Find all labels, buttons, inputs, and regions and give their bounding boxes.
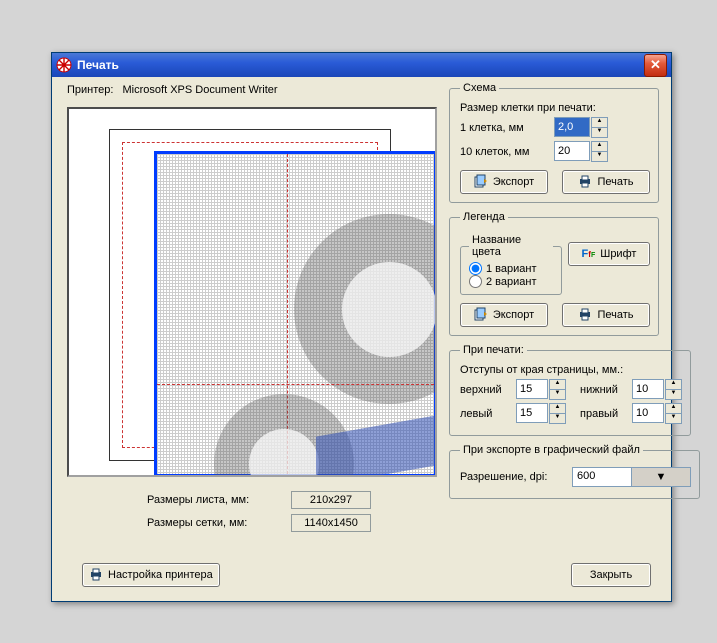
sheet-size-value: 210x297 bbox=[291, 491, 371, 509]
printer-icon bbox=[89, 567, 103, 584]
margins-label: Отступы от края страницы, мм.: bbox=[460, 364, 682, 376]
print-preview bbox=[67, 107, 437, 477]
spin-up-icon[interactable]: ▲ bbox=[591, 141, 608, 152]
printer-label: Принтер: bbox=[67, 84, 113, 96]
margin-right-spinner[interactable]: ▲▼ bbox=[632, 403, 682, 424]
window-title: Печать bbox=[77, 58, 644, 72]
printer-name: Microsoft XPS Document Writer bbox=[123, 84, 278, 96]
one-cell-label: 1 клетка, мм bbox=[460, 122, 548, 134]
margin-right-label: правый bbox=[580, 408, 626, 420]
title-bar[interactable]: Печать ✕ bbox=[52, 53, 671, 77]
group-printing: При печати: Отступы от края страницы, мм… bbox=[449, 344, 691, 436]
spin-down-icon[interactable]: ▼ bbox=[665, 414, 682, 424]
font-label: Шрифт bbox=[600, 248, 636, 260]
export-icon bbox=[474, 174, 488, 191]
legend-export-label: Экспорт bbox=[493, 309, 534, 321]
group-scheme-legend: Схема bbox=[460, 82, 499, 94]
scheme-print-label: Печать bbox=[597, 176, 633, 188]
radio-variant-1[interactable]: 1 вариант bbox=[469, 262, 553, 275]
dpi-value: 600 bbox=[573, 468, 631, 486]
grid-size-label: Размеры сетки, мм: bbox=[147, 513, 277, 533]
spin-up-icon[interactable]: ▲ bbox=[549, 379, 566, 390]
sheet-size-label: Размеры листа, мм: bbox=[147, 490, 277, 510]
print-dialog: Печать ✕ Принтер: Microsoft XPS Document… bbox=[51, 52, 672, 602]
dpi-label: Разрешение, dpi: bbox=[460, 471, 566, 483]
legend-export-button[interactable]: Экспорт bbox=[460, 303, 548, 327]
group-export: При экспорте в графический файл Разрешен… bbox=[449, 444, 700, 499]
chevron-down-icon[interactable]: ▼ bbox=[631, 468, 690, 486]
spin-down-icon[interactable]: ▼ bbox=[549, 390, 566, 400]
legend-print-label: Печать bbox=[597, 309, 633, 321]
group-printing-legend: При печати: bbox=[460, 344, 527, 356]
margin-bottom-label: нижний bbox=[580, 384, 626, 396]
one-cell-spinner[interactable]: ▲▼ bbox=[554, 117, 608, 138]
grid-size-value: 1140x1450 bbox=[291, 514, 371, 532]
scheme-export-label: Экспорт bbox=[493, 176, 534, 188]
close-button[interactable]: Закрыть bbox=[571, 563, 651, 587]
margin-left-label: левый bbox=[460, 408, 510, 420]
gear-icon bbox=[294, 214, 437, 404]
spin-down-icon[interactable]: ▼ bbox=[591, 128, 608, 138]
group-color-name: Название цвета 1 вариант 2 вариант bbox=[460, 234, 562, 295]
spin-down-icon[interactable]: ▼ bbox=[591, 152, 608, 162]
close-label: Закрыть bbox=[590, 569, 632, 581]
spin-up-icon[interactable]: ▲ bbox=[665, 379, 682, 390]
margin-top-spinner[interactable]: ▲▼ bbox=[516, 379, 566, 400]
font-button[interactable]: FfF Шрифт bbox=[568, 242, 650, 266]
export-icon bbox=[474, 307, 488, 324]
group-legend: Легенда Название цвета 1 вариант 2 вариа… bbox=[449, 211, 659, 336]
group-export-legend: При экспорте в графический файл bbox=[460, 444, 643, 456]
dpi-combobox[interactable]: 600 ▼ bbox=[572, 467, 691, 487]
ten-cell-label: 10 клеток, мм bbox=[460, 146, 548, 158]
margin-bottom-spinner[interactable]: ▲▼ bbox=[632, 379, 682, 400]
cell-size-label: Размер клетки при печати: bbox=[460, 102, 650, 114]
window-close-button[interactable]: ✕ bbox=[644, 54, 667, 77]
margin-left-spinner[interactable]: ▲▼ bbox=[516, 403, 566, 424]
margin-top-label: верхний bbox=[460, 384, 510, 396]
radio-variant-2[interactable]: 2 вариант bbox=[469, 275, 553, 288]
spin-up-icon[interactable]: ▲ bbox=[591, 117, 608, 128]
printer-setup-label: Настройка принтера bbox=[108, 569, 213, 581]
spin-down-icon[interactable]: ▼ bbox=[549, 414, 566, 424]
preview-page-front bbox=[154, 151, 437, 477]
spin-up-icon[interactable]: ▲ bbox=[549, 403, 566, 414]
group-scheme: Схема Размер клетки при печати: 1 клетка… bbox=[449, 82, 659, 203]
group-color-name-legend: Название цвета bbox=[469, 234, 553, 258]
spin-up-icon[interactable]: ▲ bbox=[665, 403, 682, 414]
ten-cell-input[interactable] bbox=[554, 141, 590, 161]
group-legend-legend: Легенда bbox=[460, 211, 508, 223]
scheme-print-button[interactable]: Печать bbox=[562, 170, 650, 194]
spin-down-icon[interactable]: ▼ bbox=[665, 390, 682, 400]
font-icon: FfF bbox=[582, 248, 596, 260]
scheme-export-button[interactable]: Экспорт bbox=[460, 170, 548, 194]
app-icon bbox=[56, 57, 72, 73]
printer-icon bbox=[578, 174, 592, 191]
one-cell-input[interactable] bbox=[554, 117, 590, 137]
ten-cell-spinner[interactable]: ▲▼ bbox=[554, 141, 608, 162]
printer-icon bbox=[578, 307, 592, 324]
legend-print-button[interactable]: Печать bbox=[562, 303, 650, 327]
printer-setup-button[interactable]: Настройка принтера bbox=[82, 563, 220, 587]
